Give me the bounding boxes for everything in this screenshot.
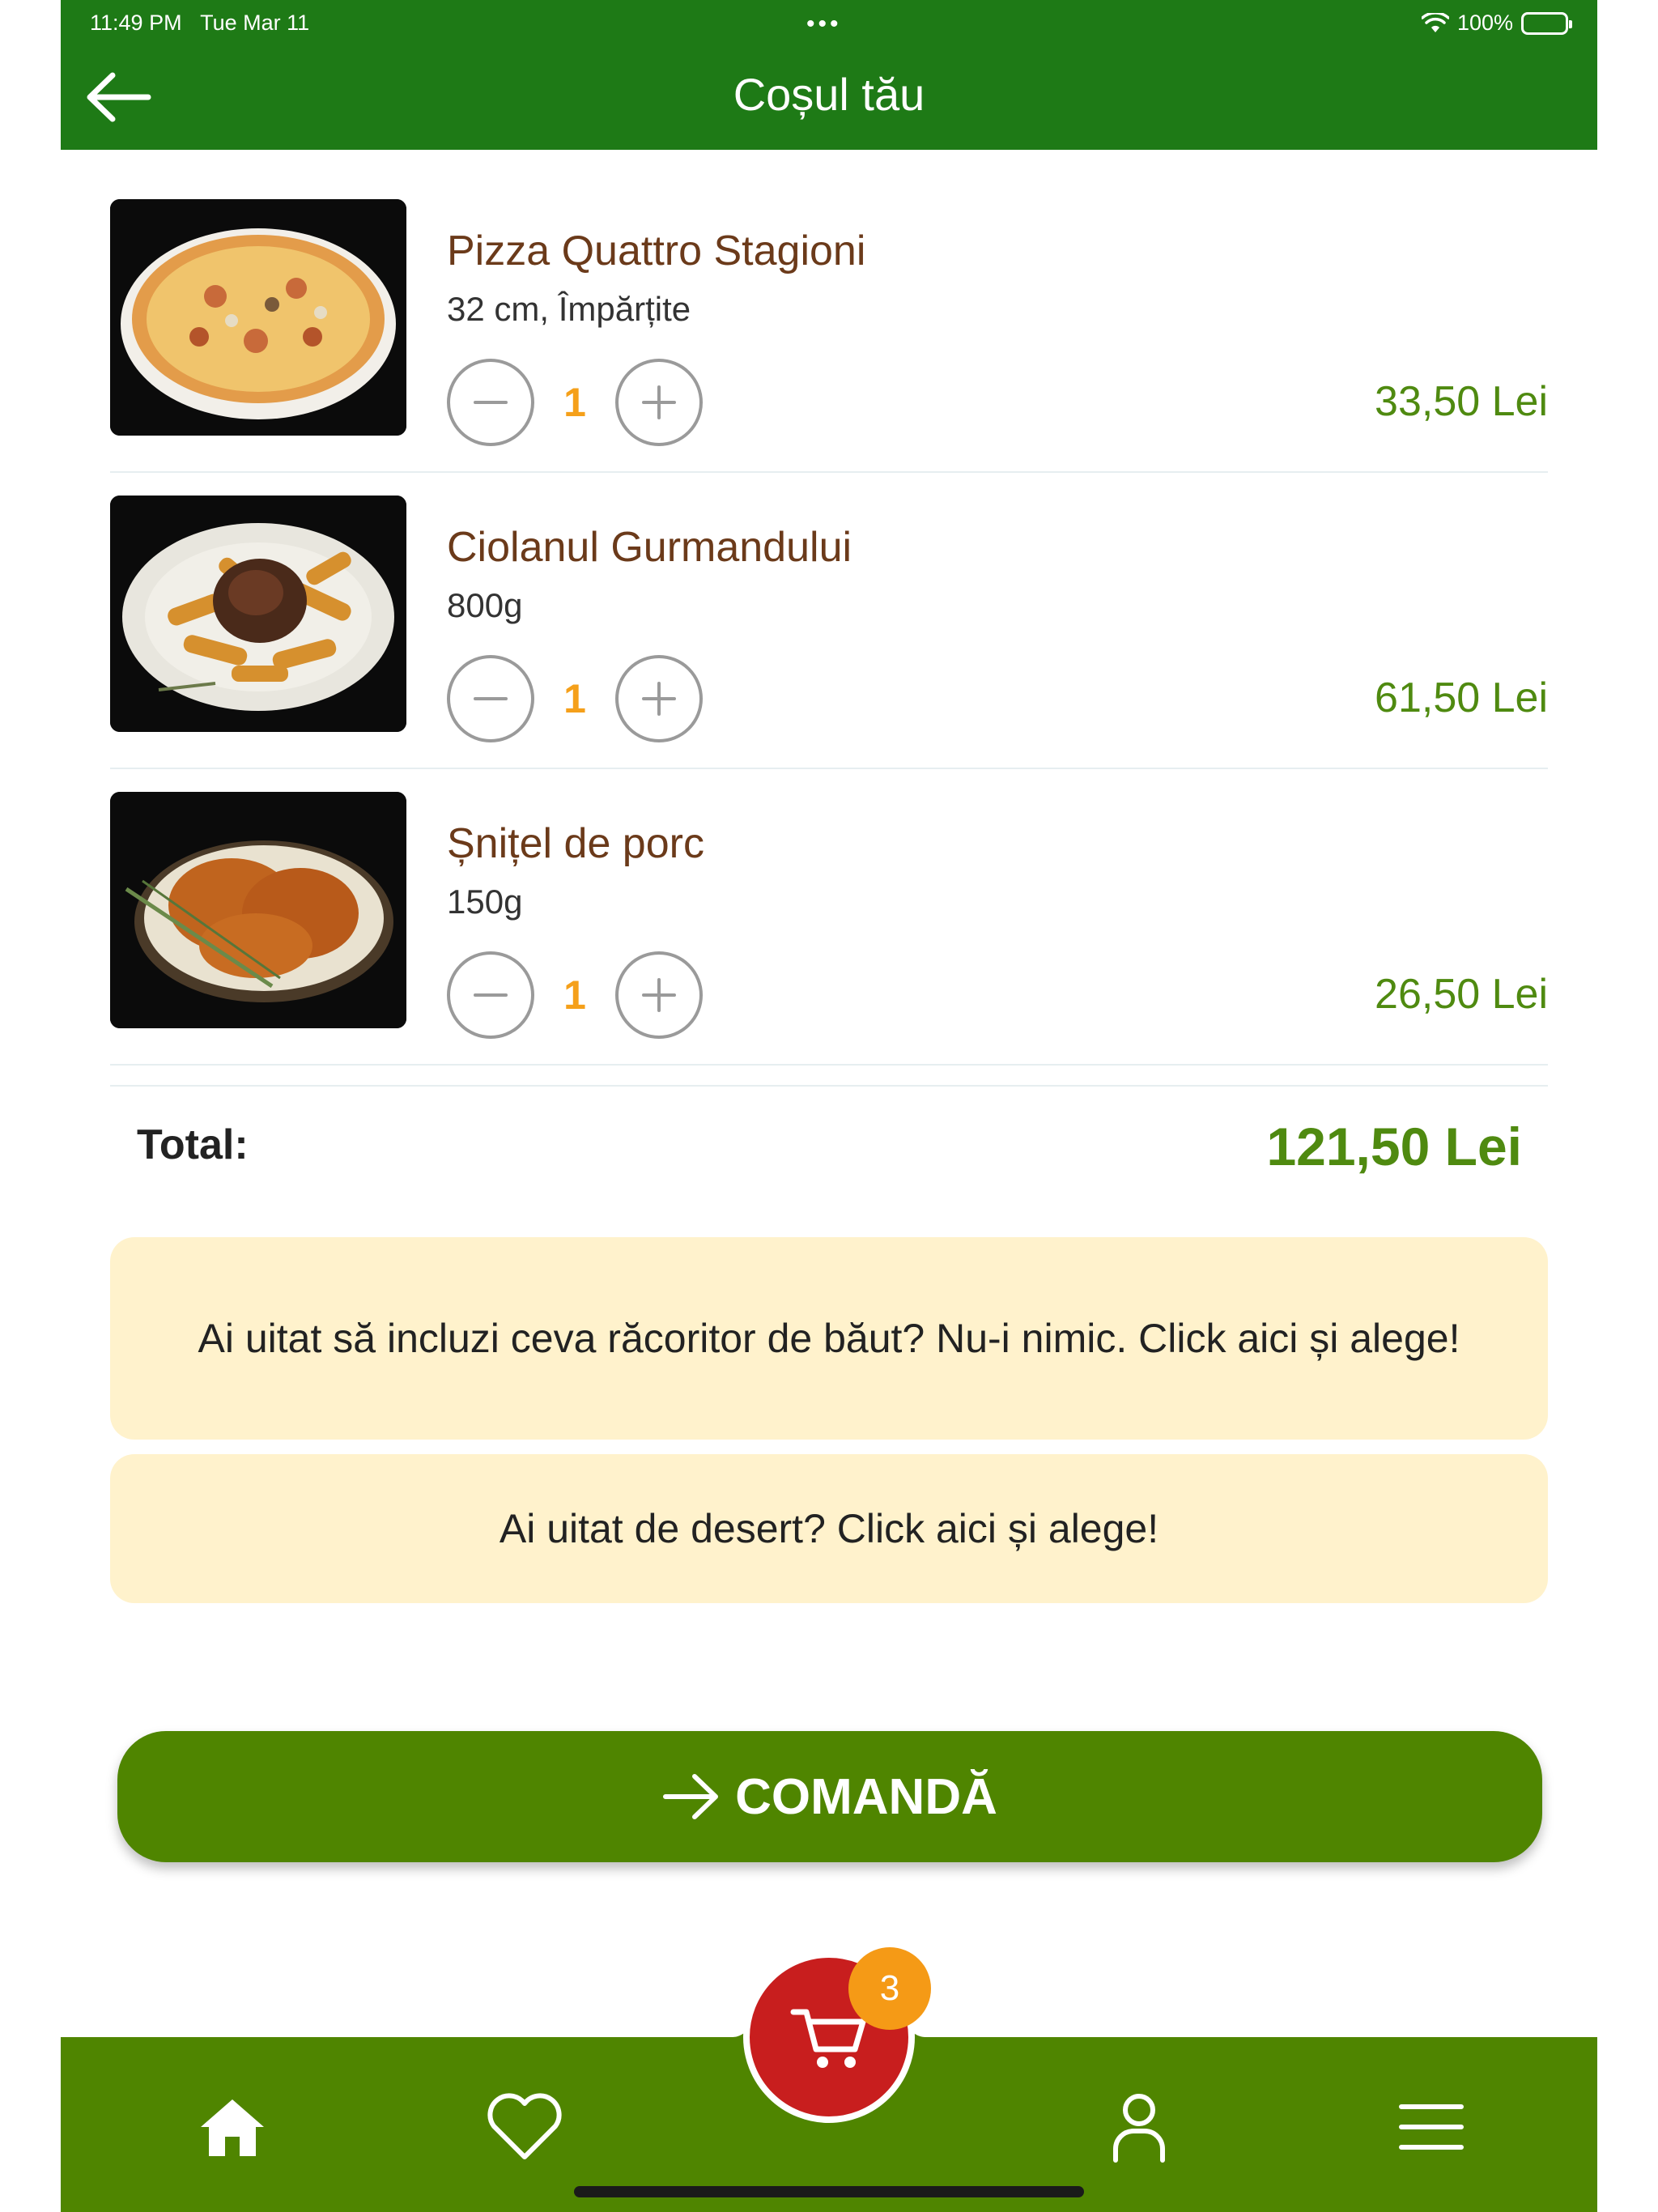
drinks-promo-banner[interactable]: Ai uitat să incluzi ceva răcoritor de bă…	[110, 1237, 1548, 1440]
order-button-label: COMANDĂ	[735, 1768, 997, 1825]
heart-icon	[487, 2093, 562, 2159]
drinks-promo-text: Ai uitat să incluzi ceva răcoritor de bă…	[198, 1316, 1460, 1361]
status-time-date: 11:49 PM Tue Mar 11	[90, 11, 309, 36]
wifi-icon	[1421, 12, 1449, 32]
status-right: 100%	[1421, 11, 1572, 36]
item-name: Șnițel de porc	[447, 820, 704, 867]
decrease-button[interactable]	[447, 359, 534, 446]
nav-home[interactable]	[188, 2082, 277, 2172]
nav-favorites[interactable]	[480, 2082, 569, 2172]
cart-item: Ciolanul Gurmandului 800g 1 61,50 Lei	[110, 473, 1548, 769]
header-bar: 11:49 PM Tue Mar 11 ••• 100% Coșul tău	[61, 0, 1597, 150]
item-details: 32 cm, Împărțite	[447, 290, 691, 328]
item-price: 61,50 Lei	[1375, 674, 1548, 721]
item-name: Pizza Quattro Stagioni	[447, 228, 866, 274]
total-label: Total:	[137, 1121, 249, 1168]
cart-count-badge: 3	[848, 1947, 931, 2030]
nav-menu[interactable]	[1387, 2082, 1476, 2172]
item-details: 150g	[447, 883, 523, 921]
plus-icon	[642, 682, 676, 716]
home-icon	[201, 2099, 264, 2156]
item-name: Ciolanul Gurmandului	[447, 524, 852, 571]
item-details: 800g	[447, 586, 523, 624]
app-screen: 11:49 PM Tue Mar 11 ••• 100% Coșul tău P…	[61, 0, 1597, 2212]
cart-item: Șnițel de porc 150g 1 26,50 Lei	[110, 769, 1548, 1066]
battery-percent: 100%	[1456, 11, 1513, 35]
item-quantity: 1	[563, 972, 586, 1018]
plus-icon	[642, 978, 676, 1012]
increase-button[interactable]	[615, 655, 703, 742]
status-date: Tue Mar 11	[200, 11, 310, 35]
schnitzel-image	[110, 792, 406, 1028]
item-quantity: 1	[563, 380, 586, 425]
dessert-promo-text: Ai uitat de desert? Click aici și alege!	[499, 1506, 1159, 1551]
quantity-stepper: 1	[447, 358, 703, 447]
item-quantity: 1	[563, 676, 586, 721]
increase-button[interactable]	[615, 951, 703, 1039]
battery-icon	[1521, 11, 1572, 35]
status-bar: 11:49 PM Tue Mar 11 ••• 100%	[61, 0, 1597, 45]
right-margin	[1597, 0, 1658, 2212]
quantity-stepper: 1	[447, 654, 703, 743]
order-button[interactable]: COMANDĂ	[117, 1731, 1542, 1862]
increase-button[interactable]	[615, 359, 703, 446]
page-title: Coșul tău	[733, 69, 925, 120]
quantity-stepper: 1	[447, 951, 703, 1040]
item-price: 26,50 Lei	[1375, 971, 1548, 1018]
total-value: 121,50 Lei	[1266, 1117, 1522, 1176]
status-time: 11:49 PM	[90, 11, 182, 35]
user-icon	[1113, 2094, 1165, 2163]
cart-list: Pizza Quattro Stagioni 32 cm, Împărțite …	[110, 177, 1548, 1066]
home-indicator[interactable]	[574, 2186, 1084, 2197]
dessert-promo-banner[interactable]: Ai uitat de desert? Click aici și alege!	[110, 1454, 1548, 1603]
plus-icon	[642, 385, 676, 419]
total-row: Total: 121,50 Lei	[110, 1085, 1548, 1182]
cart-item: Pizza Quattro Stagioni 32 cm, Împărțite …	[110, 177, 1548, 473]
minus-icon	[474, 993, 508, 997]
pizza-image	[110, 199, 406, 436]
decrease-button[interactable]	[447, 951, 534, 1039]
arrow-right-icon	[663, 1774, 719, 1819]
decrease-button[interactable]	[447, 655, 534, 742]
pork-knuckle-image	[110, 496, 406, 732]
minus-icon	[474, 697, 508, 700]
nav-profile[interactable]	[1095, 2082, 1184, 2172]
menu-icon	[1399, 2104, 1464, 2150]
item-price: 33,50 Lei	[1375, 378, 1548, 425]
multitask-dots[interactable]: •••	[806, 11, 842, 38]
minus-icon	[474, 401, 508, 404]
left-margin	[0, 0, 61, 2212]
